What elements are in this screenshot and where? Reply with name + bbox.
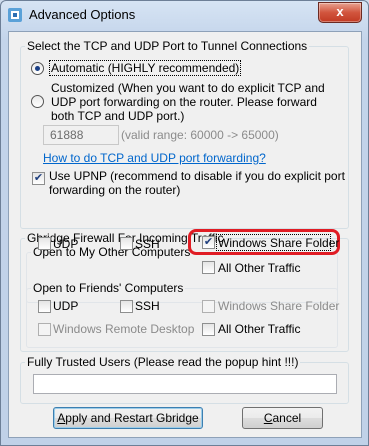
port-range-hint: (valid range: 60000 -> 65000) bbox=[121, 128, 279, 142]
trusted-users-label: Fully Trusted Users (Please read the pop… bbox=[25, 355, 301, 369]
my-udp-checkbox[interactable] bbox=[38, 237, 51, 250]
upnp-label-line-2[interactable]: forwarding on the router) bbox=[49, 183, 180, 197]
my-all-other-label[interactable]: All Other Traffic bbox=[218, 261, 300, 275]
cancel-button[interactable]: Cancel bbox=[242, 407, 323, 429]
friends-windows-share-label: Windows Share Folder bbox=[218, 299, 340, 313]
window-title: Advanced Options bbox=[29, 7, 136, 22]
friends-ssh-checkbox[interactable] bbox=[120, 300, 133, 313]
friends-group bbox=[26, 288, 338, 348]
advanced-options-window: Advanced Options x Select the TCP and UD… bbox=[0, 0, 369, 446]
friends-group-label: Open to Friends' Computers bbox=[31, 281, 186, 295]
cancel-button-label: ancel bbox=[272, 411, 302, 425]
upnp-label-line-1[interactable]: Use UPNP (recommend to disable if you do… bbox=[49, 169, 345, 183]
port-forwarding-help-link[interactable]: How to do TCP and UDP port forwarding? bbox=[43, 151, 266, 165]
title-bar[interactable]: Advanced Options x bbox=[1, 1, 368, 29]
apply-button-label: pply and Restart Gbridge bbox=[65, 411, 199, 425]
friends-windows-share-checkbox[interactable] bbox=[202, 300, 215, 313]
my-all-other-checkbox[interactable] bbox=[202, 261, 215, 274]
close-button[interactable]: x bbox=[318, 2, 362, 23]
friends-all-other-checkbox[interactable] bbox=[202, 323, 215, 336]
customized-label-line-3[interactable]: both TCP and UDP port.) bbox=[51, 109, 184, 123]
port-input[interactable] bbox=[43, 125, 119, 145]
friends-udp-checkbox[interactable] bbox=[38, 300, 51, 313]
friends-udp-label[interactable]: UDP bbox=[53, 299, 78, 313]
trusted-users-input[interactable] bbox=[33, 374, 337, 394]
customized-label-line-1[interactable]: Customized (When you want to do explicit… bbox=[51, 81, 325, 95]
customized-label-line-2[interactable]: UDP port forwarding on the router. Pleas… bbox=[51, 95, 317, 109]
windows-share-focus-outline bbox=[216, 234, 331, 251]
friends-all-other-label[interactable]: All Other Traffic bbox=[218, 322, 300, 336]
apply-restart-button[interactable]: Apply and Restart Gbridge bbox=[53, 407, 203, 429]
friends-remote-desktop-checkbox[interactable] bbox=[38, 323, 51, 336]
upnp-checkbox[interactable]: ✔ bbox=[32, 172, 45, 185]
my-udp-label[interactable]: UDP bbox=[53, 237, 78, 251]
automatic-radio[interactable] bbox=[31, 62, 44, 75]
my-ssh-label[interactable]: SSH bbox=[135, 237, 160, 251]
my-ssh-checkbox[interactable] bbox=[120, 237, 133, 250]
automatic-focus-outline bbox=[49, 60, 241, 76]
friends-ssh-label[interactable]: SSH bbox=[135, 299, 160, 313]
app-icon bbox=[8, 8, 22, 22]
my-windows-share-checkbox[interactable]: ✔ bbox=[202, 236, 215, 249]
tunnel-port-group-label: Select the TCP and UDP Port to Tunnel Co… bbox=[25, 39, 310, 53]
friends-remote-desktop-label: Windows Remote Desktop bbox=[53, 322, 195, 336]
dialog-client-area: Select the TCP and UDP Port to Tunnel Co… bbox=[8, 31, 362, 438]
customized-radio[interactable] bbox=[31, 95, 44, 108]
